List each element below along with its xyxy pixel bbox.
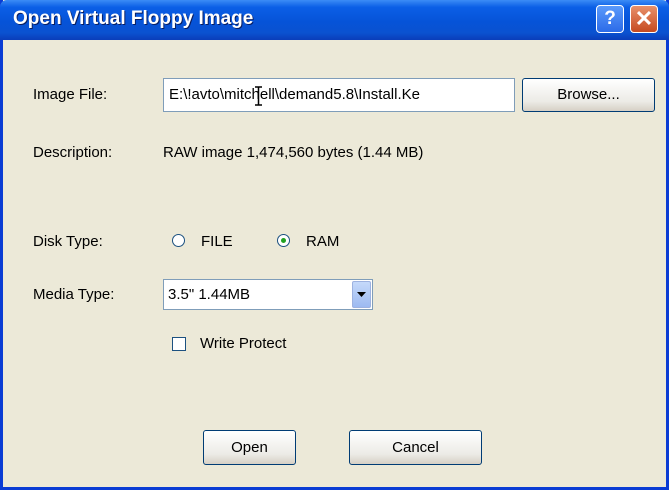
description-value: RAW image 1,474,560 bytes (1.44 MB) <box>163 144 424 161</box>
open-button[interactable]: Open <box>203 430 296 465</box>
radio-ram-label[interactable]: RAM <box>306 233 339 250</box>
image-file-input[interactable]: E:\!avto\mitchell\demand5.8\Install.Ke <box>163 78 515 112</box>
radio-file-label[interactable]: FILE <box>201 233 233 250</box>
write-protect-label[interactable]: Write Protect <box>200 335 286 352</box>
title-bar[interactable]: Open Virtual Floppy Image ? ✕ <box>0 0 669 40</box>
description-label: Description: <box>33 144 113 161</box>
write-protect-checkbox[interactable] <box>172 337 186 351</box>
browse-button[interactable]: Browse... <box>522 78 655 112</box>
image-file-label: Image File: <box>33 86 108 103</box>
media-type-select[interactable]: 3.5" 1.44MB <box>163 279 373 310</box>
media-type-label: Media Type: <box>33 286 115 303</box>
text-cursor-icon <box>255 86 262 106</box>
cancel-button[interactable]: Cancel <box>349 430 482 465</box>
help-icon[interactable]: ? <box>596 5 624 33</box>
window-title: Open Virtual Floppy Image <box>13 8 254 29</box>
radio-file[interactable] <box>172 234 185 247</box>
chevron-down-icon[interactable] <box>352 281 371 308</box>
close-icon[interactable]: ✕ <box>630 5 658 33</box>
disk-type-label: Disk Type: <box>33 233 103 250</box>
radio-selected-dot <box>281 238 286 243</box>
media-type-value: 3.5" 1.44MB <box>168 286 251 303</box>
radio-ram[interactable] <box>277 234 290 247</box>
